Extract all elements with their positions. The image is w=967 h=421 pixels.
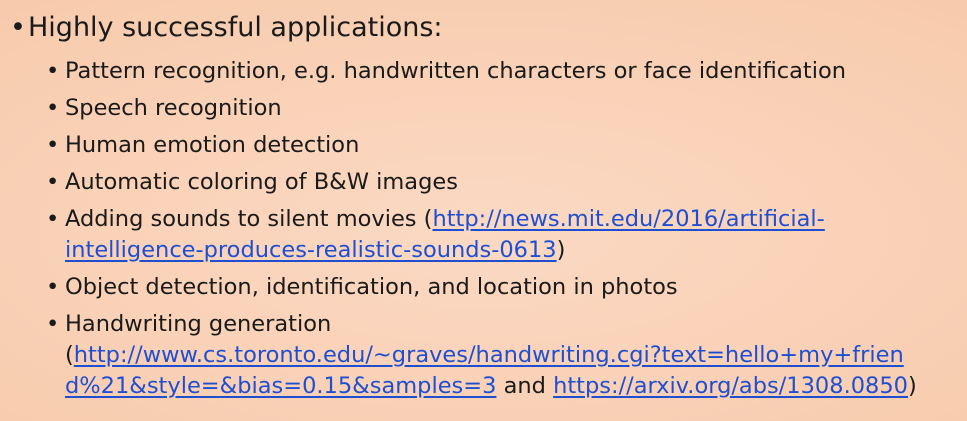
item-text: Handwriting generation (65, 311, 332, 337)
list-item-adding-sounds: • Adding sounds to silent movies (http:/… (46, 204, 961, 266)
bullet-icon: • (46, 58, 60, 84)
open-paren: ( (65, 342, 74, 368)
bullet-icon: • (46, 132, 60, 158)
mit-news-link-part1[interactable]: http://news.mit.edu/2016/artificial- (432, 206, 824, 232)
toronto-handwriting-link-part2[interactable]: d%21&style=&bias=0.15&samples=3 (65, 373, 496, 399)
close-paren: ) (907, 373, 917, 399)
bullet-icon: • (46, 95, 60, 121)
close-paren: ) (556, 237, 566, 263)
list-item-handwriting-generation: • Handwriting generation (http://www.cs.… (46, 309, 961, 402)
bullet-icon: • (46, 206, 60, 232)
bullet-icon: • (46, 274, 60, 300)
bullet-icon: • (46, 169, 60, 195)
item-text: Automatic coloring of B&W images (65, 169, 458, 195)
bullet-icon: • (46, 311, 60, 337)
applications-list: • Pattern recognition, e.g. handwritten … (46, 56, 961, 408)
toronto-handwriting-link-part1[interactable]: http://www.cs.toronto.edu/~graves/handwr… (74, 342, 904, 368)
item-text: Adding sounds to silent movies ( (65, 206, 433, 232)
main-bullet: •Highly successful applications: (10, 11, 443, 45)
list-item-speech-recognition: • Speech recognition (46, 93, 961, 124)
main-bullet-text: Highly successful applications: (28, 12, 443, 43)
bullet-icon: • (10, 12, 26, 43)
item-text: Human emotion detection (65, 132, 360, 158)
slide: •Highly successful applications: • Patte… (0, 0, 967, 421)
item-text: Pattern recognition, e.g. handwritten ch… (65, 58, 847, 84)
list-item-emotion-detection: • Human emotion detection (46, 130, 961, 161)
item-text: Speech recognition (65, 95, 282, 121)
arxiv-link[interactable]: https://arxiv.org/abs/1308.0850 (553, 373, 908, 399)
list-item-object-detection: • Object detection, identification, and … (46, 272, 961, 303)
mit-news-link-part2[interactable]: intelligence-produces-realistic-sounds-0… (65, 237, 557, 263)
and-text: and (496, 373, 554, 399)
list-item-pattern-recognition: • Pattern recognition, e.g. handwritten … (46, 56, 961, 87)
list-item-automatic-coloring: • Automatic coloring of B&W images (46, 167, 961, 198)
item-text: Object detection, identification, and lo… (65, 274, 678, 300)
